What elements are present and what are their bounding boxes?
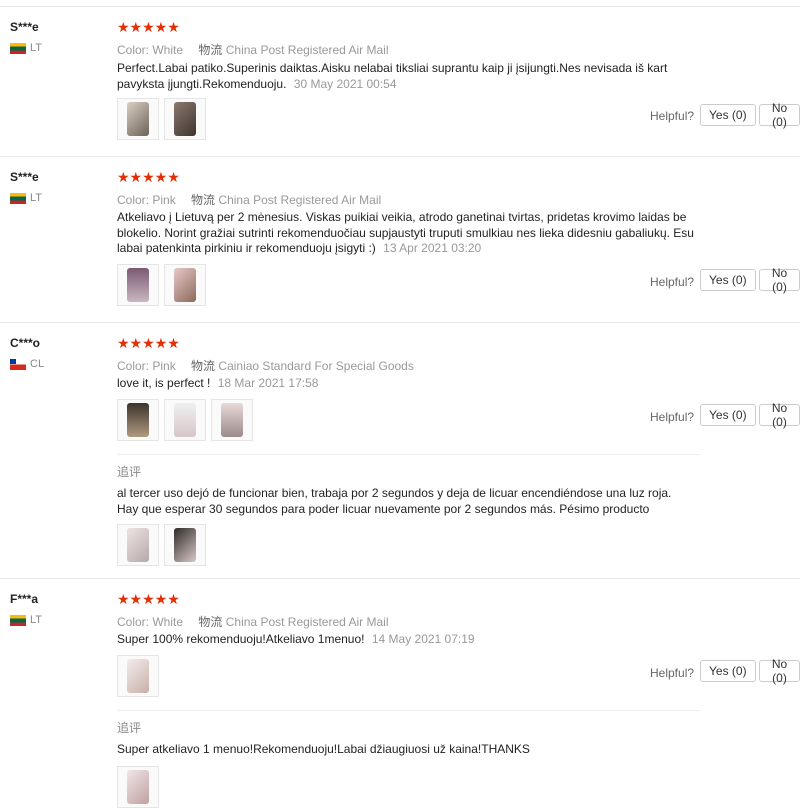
review-date: 14 May 2021 07:19 [371, 632, 475, 646]
review-photos [117, 264, 206, 306]
logistics-value: China Post Registered Air Mail [225, 43, 389, 57]
review-meta: Color: White 物流 China Post Registered Ai… [117, 41, 389, 58]
divider [0, 322, 800, 323]
review-photo-thumbnail[interactable] [164, 264, 206, 306]
review-meta: Color: Pink 物流 Cainiao Standard For Spec… [117, 357, 414, 374]
review-photo-thumbnail[interactable] [117, 264, 159, 306]
reviewer-name: C***o [10, 336, 41, 350]
divider [0, 156, 800, 157]
star-rating: ★★★★★ [117, 591, 180, 607]
star-rating: ★★★★★ [117, 19, 180, 35]
review-meta: Color: White 物流 China Post Registered Ai… [117, 613, 389, 630]
helpful-label: Helpful? [650, 109, 695, 123]
reviewer-country: LT [10, 42, 42, 54]
helpful-yes-button[interactable]: Yes (0) [700, 660, 756, 682]
country-code: LT [30, 192, 43, 204]
reviewer-name: F***a [10, 592, 39, 606]
review-photo-thumbnail[interactable] [117, 766, 159, 808]
logistics-value: Cainiao Standard For Special Goods [218, 359, 414, 373]
divider [117, 454, 700, 455]
review-text: Perfect.Labai patiko.Superinis daiktas.A… [117, 61, 707, 92]
logistics-label: 物流 [198, 43, 223, 57]
review-body: love it, is perfect ! [117, 376, 211, 390]
helpful-no-button[interactable]: No (0) [759, 401, 800, 429]
helpful-no-button[interactable]: No (0) [759, 101, 800, 129]
color-label: Color: [117, 615, 150, 629]
lithuania-flag-icon [10, 614, 26, 626]
color-value: Pink [152, 193, 176, 207]
lithuania-flag-icon [10, 192, 26, 204]
additional-review-photos [117, 766, 159, 808]
additional-review-label: 追评 [117, 721, 142, 735]
star-rating: ★★★★★ [117, 335, 180, 351]
reviewer-name: S***e [10, 20, 39, 34]
helpful-label: Helpful? [650, 410, 695, 424]
helpful-label: Helpful? [650, 275, 695, 289]
reviewer-country: LT [10, 192, 42, 204]
review-photo-thumbnail[interactable] [164, 524, 206, 566]
logistics-value: China Post Registered Air Mail [218, 193, 382, 207]
divider [0, 578, 800, 579]
chile-flag-icon [10, 358, 26, 370]
additional-review-text: Super atkeliavo 1 menuo!Rekomenduoju!Lab… [117, 742, 530, 756]
review-text: Atkeliavo į Lietuvą per 2 mėnesius. Visk… [117, 210, 707, 257]
divider [0, 6, 800, 7]
logistics-label: 物流 [191, 193, 216, 207]
logistics-label: 物流 [198, 615, 223, 629]
review-photo-thumbnail[interactable] [164, 399, 206, 441]
review-date: 30 May 2021 00:54 [293, 76, 397, 91]
review-photos [117, 98, 206, 140]
country-code: LT [30, 614, 43, 626]
review-photos [117, 399, 253, 441]
color-label: Color: [117, 43, 150, 57]
helpful-yes-button[interactable]: Yes (0) [700, 269, 756, 291]
country-code: LT [30, 42, 43, 54]
review-photo-thumbnail[interactable] [211, 399, 253, 441]
review-text: love it, is perfect ! 18 Mar 2021 17:58 [117, 376, 707, 392]
star-rating: ★★★★★ [117, 169, 180, 185]
review-photo-thumbnail[interactable] [117, 524, 159, 566]
helpful-yes-button[interactable]: Yes (0) [700, 104, 756, 126]
additional-review-photos [117, 524, 206, 566]
review-photo-thumbnail[interactable] [117, 399, 159, 441]
color-label: Color: [117, 193, 150, 207]
review-photo-thumbnail[interactable] [117, 98, 159, 140]
color-value: White [152, 615, 184, 629]
additional-review-label: 追评 [117, 465, 142, 479]
color-value: Pink [152, 359, 176, 373]
color-value: White [152, 43, 184, 57]
review-photo-thumbnail[interactable] [164, 98, 206, 140]
reviewer-country: LT [10, 614, 42, 626]
reviewer-country: CL [10, 358, 44, 370]
review-photos [117, 655, 159, 697]
review-body: Super 100% rekomenduoju!Atkeliavo 1menuo… [117, 632, 365, 646]
additional-review-text: al tercer uso dejó de funcionar bien, tr… [117, 486, 672, 516]
review-meta: Color: Pink 物流 China Post Registered Air… [117, 191, 381, 208]
country-code: CL [30, 358, 45, 370]
logistics-label: 物流 [191, 359, 216, 373]
review-date: 18 Mar 2021 17:58 [217, 376, 319, 390]
lithuania-flag-icon [10, 42, 26, 54]
review-photo-thumbnail[interactable] [117, 655, 159, 697]
review-text: Super 100% rekomenduoju!Atkeliavo 1menuo… [117, 632, 707, 648]
helpful-no-button[interactable]: No (0) [759, 266, 800, 294]
helpful-no-button[interactable]: No (0) [759, 657, 800, 685]
review-date: 13 Apr 2021 03:20 [383, 241, 482, 255]
helpful-label: Helpful? [650, 666, 695, 680]
divider [117, 710, 700, 711]
reviewer-name: S***e [10, 170, 39, 184]
color-label: Color: [117, 359, 150, 373]
logistics-value: China Post Registered Air Mail [225, 615, 389, 629]
helpful-yes-button[interactable]: Yes (0) [700, 404, 756, 426]
